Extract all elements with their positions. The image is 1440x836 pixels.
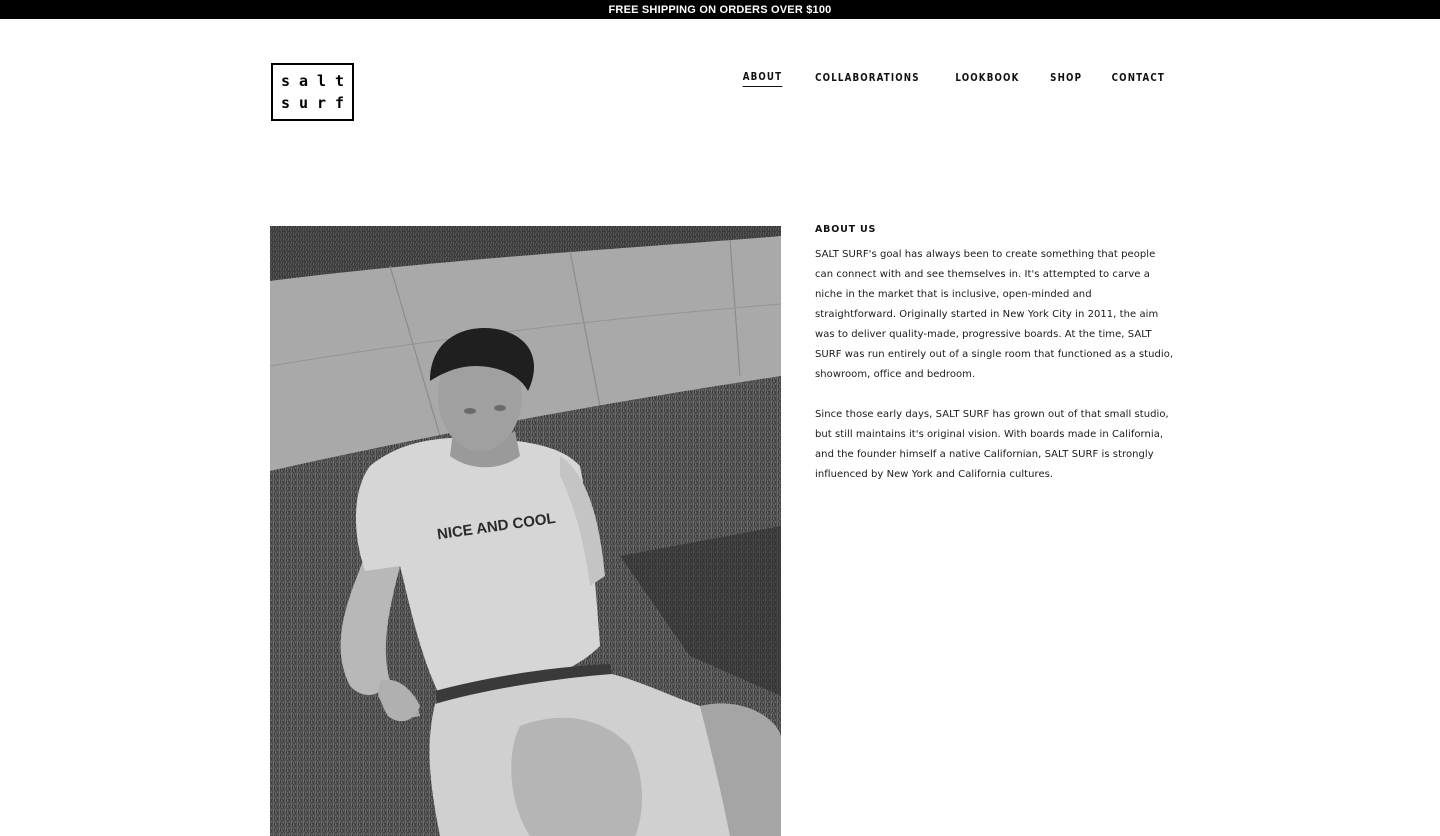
announcement-text: FREE SHIPPING ON ORDERS OVER $100 [608, 3, 832, 16]
logo-line-2: surf [280, 94, 354, 112]
about-paragraph-2: Since those early days, SALT SURF has gr… [815, 409, 1169, 480]
announcement-bar: FREE SHIPPING ON ORDERS OVER $100 [0, 0, 1440, 19]
nav-item-lookbook[interactable]: LOOKBOOK [956, 71, 1020, 87]
hero-photo: NICE AND COOL [270, 226, 781, 836]
logo-line-1: salt [280, 72, 354, 90]
nav-item-collaborations[interactable]: COLLABORATIONS [816, 71, 921, 87]
about-paragraph-1: SALT SURF's goal has always been to crea… [815, 249, 1174, 380]
about-heading: ABOUT US [815, 224, 877, 235]
about-section: ABOUT US SALT SURF's goal has always bee… [815, 224, 1175, 505]
site-logo[interactable]: salt surf [271, 63, 354, 121]
nav-item-about[interactable]: ABOUT [742, 70, 782, 87]
nav-item-shop[interactable]: SHOP [1050, 71, 1082, 87]
nav-item-contact[interactable]: CONTACT [1112, 71, 1165, 87]
main-nav: ABOUT COLLABORATIONS LOOKBOOK SHOP CONTA… [740, 70, 1169, 87]
hero-photo-illustration: NICE AND COOL [270, 226, 781, 836]
